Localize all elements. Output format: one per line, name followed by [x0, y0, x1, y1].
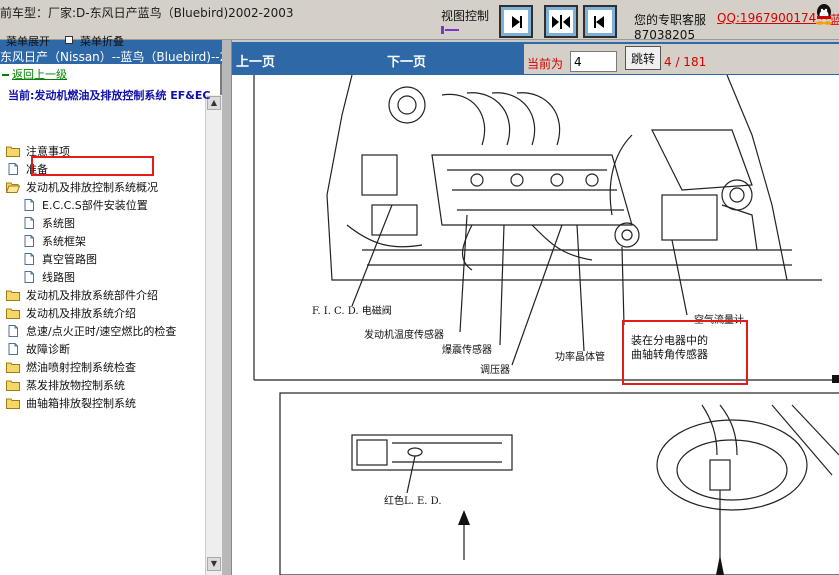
back-up-link[interactable]: 返回上一级: [0, 66, 67, 82]
label-ficd-valve: F. I. C. D. 电磁阀: [312, 306, 392, 317]
label-engine-temp-sensor: 发动机温度传感器: [364, 330, 444, 341]
tree-item[interactable]: 线路图: [22, 269, 75, 285]
current-location: 当前:发动机燃油及排放控制系统 EF&EC: [8, 89, 211, 102]
split-view-button[interactable]: [544, 5, 578, 38]
view-control-label: 视图控制: [441, 9, 490, 23]
document-icon: [6, 163, 20, 175]
panel-splitter[interactable]: [222, 40, 232, 575]
document-icon: [22, 235, 36, 247]
view-slider-icon[interactable]: [441, 25, 461, 35]
folder-icon: [6, 307, 20, 319]
tree-item-label[interactable]: 燃油喷射控制系统检查: [26, 359, 136, 375]
prev-page-link[interactable]: 上一页: [236, 51, 275, 70]
document-viewer: F. I. C. D. 电磁阀 发动机温度传感器 爆震传感器 调压器 功率晶体管…: [232, 75, 839, 575]
arrow-left-icon: [594, 15, 604, 28]
page-number-input[interactable]: [570, 51, 617, 72]
tree-item[interactable]: 系统图: [22, 215, 75, 231]
folder-open-icon: [5, 181, 21, 193]
document-icon: [22, 199, 36, 211]
tree-item[interactable]: 真空管路图: [22, 251, 97, 267]
page-count: 4 / 181: [664, 55, 707, 69]
service-phone: 87038205: [634, 28, 696, 42]
next-page-link[interactable]: 下一页: [387, 51, 426, 70]
current-page-label: 当前为: [527, 57, 564, 71]
tree-item[interactable]: 燃油喷射控制系统检查: [6, 359, 136, 375]
menu-collapse-icon[interactable]: [65, 36, 73, 44]
folder-icon: [6, 361, 20, 373]
menu-expand-link[interactable]: 菜单展开: [6, 33, 50, 49]
tree-item[interactable]: 故障诊断: [6, 341, 70, 357]
tree-item-label[interactable]: 怠速/点火正时/速空燃比的检查: [26, 323, 176, 339]
tree-item-label[interactable]: 系统图: [42, 215, 75, 231]
tree-item-label[interactable]: 系统框架: [42, 233, 86, 249]
tree-item-label[interactable]: 真空管路图: [42, 251, 97, 267]
tree-item-label[interactable]: 发动机及排放系统介绍: [26, 305, 136, 321]
left-panel-scrollbar[interactable]: ▲ ▼: [205, 95, 222, 575]
document-icon: [22, 271, 36, 283]
scroll-down-icon[interactable]: ▼: [207, 557, 221, 571]
jump-button[interactable]: 跳转: [625, 46, 661, 70]
tree-item-label[interactable]: 故障诊断: [26, 341, 70, 357]
document-icon: [6, 343, 20, 355]
tree-item-label[interactable]: 蒸发排放物控制系统: [26, 377, 125, 393]
folder-icon: [6, 289, 20, 301]
qq-link-tail[interactable]: 蓝: [830, 11, 839, 28]
document-icon: [6, 325, 20, 337]
qq-link[interactable]: QQ:1967900174: [717, 11, 816, 25]
tree-item[interactable]: 发动机及排放系统部件介绍: [6, 287, 158, 303]
annotation-text-line2: 曲轴转角传感器: [631, 348, 708, 361]
tree-item[interactable]: 怠速/点火正时/速空燃比的检查: [6, 323, 176, 339]
tree-item-label[interactable]: 线路图: [42, 269, 75, 285]
split-arrows-icon: [552, 14, 570, 29]
prev-frame-button[interactable]: [583, 5, 617, 38]
tree-item-label[interactable]: E.C.C.S部件安装位置: [42, 197, 148, 213]
arrow-right-icon: [512, 15, 522, 28]
label-red-led: 红色L. E. D.: [384, 496, 442, 507]
next-frame-button[interactable]: [499, 5, 533, 38]
tree-item[interactable]: 系统框架: [22, 233, 86, 249]
folder-icon: [6, 379, 20, 391]
tree-item[interactable]: 发动机及排放系统介绍: [6, 305, 136, 321]
document-icon: [22, 217, 36, 229]
tree-item[interactable]: E.C.C.S部件安装位置: [22, 197, 148, 213]
tree-item[interactable]: 曲轴箱排放裂控制系统: [6, 395, 136, 411]
label-power-transistor: 功率晶体管: [555, 352, 605, 363]
car-model-title: 前车型：厂家:D-东风日产蓝鸟（Bluebird)2002-2003: [0, 6, 294, 20]
tree-item[interactable]: 发动机及排放控制系统概况: [5, 179, 158, 195]
folder-icon: [6, 145, 20, 157]
tree-item-label[interactable]: 曲轴箱排放裂控制系统: [26, 395, 136, 411]
label-knock-sensor: 爆震传感器: [442, 345, 492, 356]
menu-collapse-link[interactable]: 菜单折叠: [80, 33, 124, 49]
document-icon: [22, 253, 36, 265]
tree-item[interactable]: 蒸发排放物控制系统: [6, 377, 125, 393]
tree-item-label[interactable]: 发动机及排放系统部件介绍: [26, 287, 158, 303]
folder-icon: [6, 397, 20, 409]
selected-item-highlight: [31, 156, 154, 176]
label-pressure-regulator: 调压器: [480, 365, 510, 376]
back-dash-icon: [2, 74, 9, 76]
tree-item-label[interactable]: 发动机及排放控制系统概况: [26, 179, 158, 195]
service-label: 您的专职客服: [634, 13, 707, 27]
back-up-label[interactable]: 返回上一级: [12, 68, 67, 81]
